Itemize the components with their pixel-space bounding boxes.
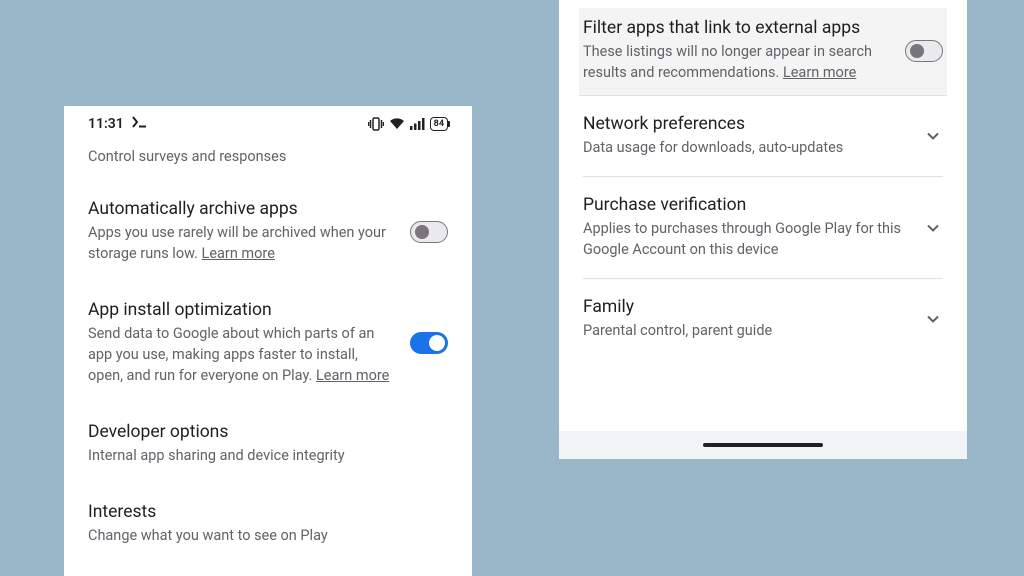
setting-row-developer-options[interactable]: Developer options Internal app sharing a… bbox=[88, 404, 448, 484]
phone-screenshot-left: 11:31 84 Control surveys and responses bbox=[64, 106, 472, 576]
setting-title: Automatically archive apps bbox=[88, 199, 394, 219]
setting-subtitle: Parental control, parent guide bbox=[583, 320, 907, 341]
setting-row-install-optimization[interactable]: App install optimization Send data to Go… bbox=[88, 282, 448, 404]
learn-more-link[interactable]: Learn more bbox=[783, 64, 856, 81]
setting-row-auto-archive[interactable]: Automatically archive apps Apps you use … bbox=[88, 181, 448, 282]
setting-title: Purchase verification bbox=[583, 195, 907, 215]
phone-screenshot-right: Filter apps that link to external apps T… bbox=[559, 0, 967, 459]
signal-icon bbox=[410, 118, 425, 130]
status-time: 11:31 bbox=[88, 116, 124, 132]
setting-subtitle: Internal app sharing and device integrit… bbox=[88, 445, 448, 466]
setting-subtitle: Applies to purchases through Google Play… bbox=[583, 218, 907, 260]
toggle-install-optimization[interactable] bbox=[410, 332, 448, 354]
chevron-down-icon bbox=[923, 126, 943, 146]
gesture-nav-bar bbox=[559, 431, 967, 459]
setting-title: Developer options bbox=[88, 422, 448, 442]
setting-title: Network preferences bbox=[583, 114, 907, 134]
setting-title: App install optimization bbox=[88, 300, 394, 320]
setting-subtitle: Apps you use rarely will be archived whe… bbox=[88, 222, 394, 264]
setting-subtitle: Change what you want to see on Play bbox=[88, 525, 448, 546]
nav-pill-icon[interactable] bbox=[703, 443, 823, 447]
chevron-down-icon bbox=[923, 309, 943, 329]
vibrate-icon bbox=[368, 117, 384, 131]
setting-subtitle: Send data to Google about which parts of… bbox=[88, 323, 394, 386]
setting-row-purchase-verification[interactable]: Purchase verification Applies to purchas… bbox=[583, 177, 943, 279]
chevron-down-icon bbox=[923, 218, 943, 238]
setting-title: Filter apps that link to external apps bbox=[583, 18, 889, 38]
toggle-filter-external-apps[interactable] bbox=[905, 40, 943, 62]
wifi-icon bbox=[389, 118, 405, 130]
setting-row-partial[interactable]: Control surveys and responses bbox=[88, 140, 448, 181]
battery-pct: 84 bbox=[434, 119, 444, 129]
learn-more-link[interactable]: Learn more bbox=[202, 245, 275, 262]
battery-icon: 84 bbox=[430, 117, 448, 131]
setting-title: Family bbox=[583, 297, 907, 317]
setting-subtitle: These listings will no longer appear in … bbox=[583, 41, 889, 83]
setting-title: Interests bbox=[88, 502, 448, 522]
toggle-auto-archive[interactable] bbox=[410, 221, 448, 243]
setting-row-filter-external-apps[interactable]: Filter apps that link to external apps T… bbox=[579, 8, 947, 96]
terminal-icon bbox=[132, 116, 148, 132]
setting-row-interests[interactable]: Interests Change what you want to see on… bbox=[88, 484, 448, 564]
setting-subtitle: Data usage for downloads, auto-updates bbox=[583, 137, 907, 158]
learn-more-link[interactable]: Learn more bbox=[316, 367, 389, 384]
setting-subtitle: Control surveys and responses bbox=[88, 146, 448, 167]
setting-row-network-preferences[interactable]: Network preferences Data usage for downl… bbox=[583, 96, 943, 177]
setting-row-family[interactable]: Family Parental control, parent guide bbox=[583, 279, 943, 359]
status-bar: 11:31 84 bbox=[64, 106, 472, 140]
